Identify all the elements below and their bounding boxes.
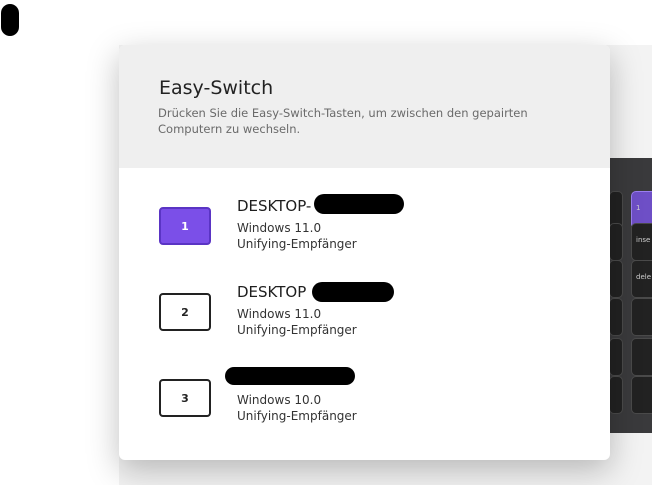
channel-3-button[interactable]: 3 <box>159 379 211 417</box>
device-receiver: Unifying-Empfänger <box>237 409 357 423</box>
keyboard-key-insert: inse <box>631 223 652 261</box>
device-receiver: Unifying-Empfänger <box>237 323 357 337</box>
easy-switch-panel: Easy-Switch Drücken Sie die Easy-Switch-… <box>119 45 610 460</box>
panel-title: Easy-Switch <box>159 77 274 99</box>
panel-subtitle: Drücken Sie die Easy-Switch-Tasten, um z… <box>158 106 528 136</box>
device-os: Windows 11.0 <box>237 221 322 235</box>
keyboard-key <box>631 298 652 336</box>
channel-2-button[interactable]: 2 <box>159 293 211 331</box>
device-receiver: Unifying-Empfänger <box>237 237 357 251</box>
device-os: Windows 10.0 <box>237 393 322 407</box>
top-left-marker <box>1 4 19 36</box>
keyboard-key <box>631 376 652 414</box>
keyboard-key <box>609 298 623 336</box>
channel-1-button[interactable]: 1 <box>159 207 211 245</box>
device-name: DESKTOP- <box>237 197 312 215</box>
redaction-mark <box>312 282 394 302</box>
redaction-mark <box>225 367 355 385</box>
keyboard-key <box>609 260 623 298</box>
keyboard-key <box>631 338 652 376</box>
keyboard-key <box>609 376 623 414</box>
keyboard-key-delete: dele <box>631 260 652 298</box>
device-name: DESKTOP <box>237 283 307 301</box>
redaction-mark <box>314 194 404 214</box>
panel-header: Easy-Switch Drücken Sie die Easy-Switch-… <box>119 45 610 168</box>
channel-row-3: 3 Windows 10.0 Unifying-Empfänger <box>119 367 610 437</box>
channel-row-1: 1 DESKTOP- Windows 11.0 Unifying-Empfäng… <box>119 194 610 265</box>
keyboard-key <box>609 223 623 261</box>
device-os: Windows 11.0 <box>237 307 322 321</box>
channel-row-2: 2 DESKTOP Windows 11.0 Unifying-Empfänge… <box>119 281 610 351</box>
keyboard-key <box>609 338 623 376</box>
